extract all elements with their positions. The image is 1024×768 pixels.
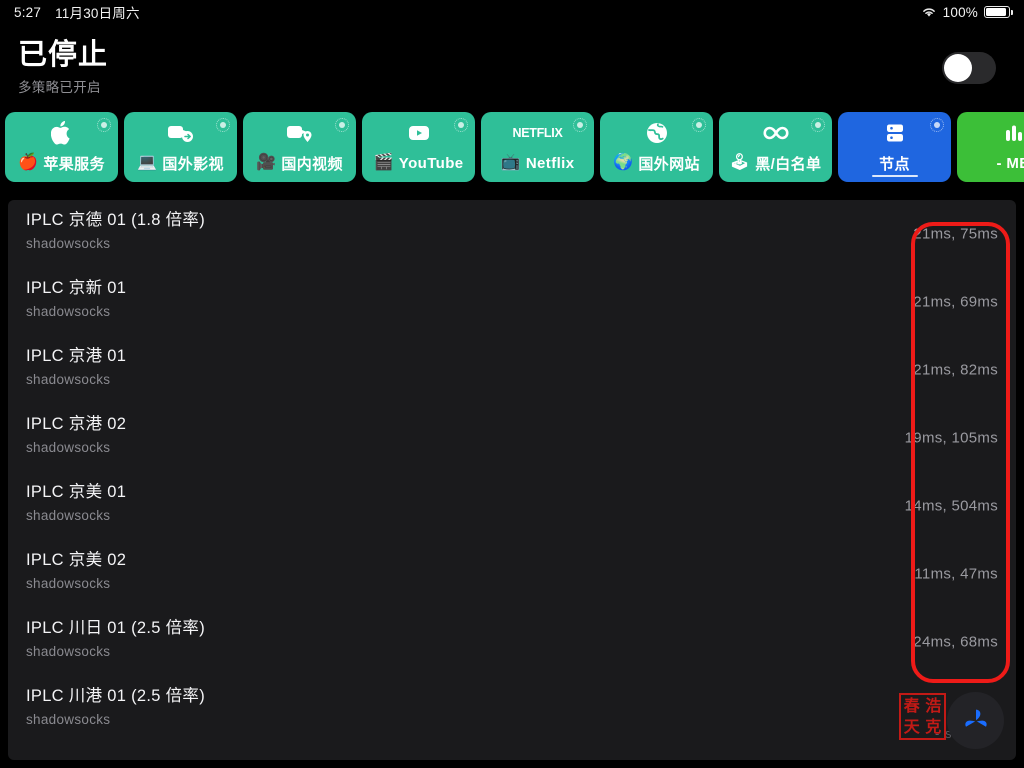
node-name: IPLC 京新 01 [26, 279, 127, 297]
toggle-knob [944, 54, 972, 82]
node-list-row[interactable]: IPLC 京德 01 (1.8 倍率) shadowsocks 21ms, 75… [8, 200, 1016, 268]
node-name: IPLC 京港 01 [26, 347, 127, 365]
watermark-seal: 春 浩 天 克 [899, 693, 946, 740]
status-date: 11月30日周六 [55, 6, 140, 21]
television-emoji-icon: 📺 [500, 154, 521, 171]
settings-gear-icon[interactable] [97, 118, 111, 132]
settings-gear-icon[interactable] [335, 118, 349, 132]
bar-chart-icon [957, 112, 1024, 148]
node-list-row[interactable]: IPLC 川日 01 (2.5 倍率) shadowsocks 24ms, 68… [8, 608, 1016, 676]
joystick-emoji-icon: 🕹 [729, 154, 751, 171]
policy-card-youtube[interactable]: 🎬 YouTube [362, 112, 475, 182]
node-list-row[interactable]: IPLC 京港 02 shadowsocks 19ms, 105ms [8, 404, 1016, 472]
policy-card-label-group: 🎬 YouTube [362, 148, 475, 178]
node-latency: 21ms, 75ms [913, 225, 998, 243]
policy-card-label-group: 🌍 国外网站 [600, 148, 713, 178]
policy-card-row[interactable]: 🍎 苹果服务 💻 国外影视 🎥 国内视频 🎬 YouTube NETFLIX 📺… [0, 112, 1024, 182]
propeller-logo-icon [947, 692, 1004, 749]
status-time: 5:27 [14, 4, 42, 20]
node-protocol: shadowsocks [26, 303, 111, 319]
settings-gear-icon[interactable] [692, 118, 706, 132]
selected-tab-underline [871, 174, 918, 177]
laptop-emoji-icon: 💻 [137, 154, 158, 171]
node-latency: 21ms, 69ms [913, 293, 998, 311]
node-name: IPLC 川日 01 (2.5 倍率) [26, 619, 205, 637]
seal-char: 天 [903, 717, 920, 737]
node-protocol: shadowsocks [26, 439, 111, 455]
node-protocol: shadowsocks [26, 643, 111, 659]
vpn-power-toggle[interactable] [942, 52, 996, 84]
policy-card-blacklist-whitelist[interactable]: 🕹 黑/白名单 [719, 112, 832, 182]
wifi-icon [921, 6, 937, 18]
policy-card-label-group: 💻 国外影视 [124, 148, 237, 178]
policy-card-label-group: 🍎 苹果服务 [5, 148, 118, 178]
node-protocol: shadowsocks [26, 711, 111, 727]
policy-card-label: 黑/白名单 [755, 155, 822, 173]
app-root: 5:27 11月30日周六 100% 已停止 多策略已开启 🍎 苹果服务 💻 国… [0, 0, 1024, 768]
header-text-group: 已停止 多策略已开启 [18, 40, 108, 95]
policy-card-label-group: 节点 [838, 148, 951, 178]
node-protocol: shadowsocks [26, 507, 111, 523]
netflix-wordmark-text: NETFLIX [512, 126, 563, 140]
node-list-row[interactable]: IPLC 川港 01 (2.5 倍率) shadowsocks [8, 676, 1016, 744]
settings-gear-icon[interactable] [811, 118, 825, 132]
policy-card-foreign-sites[interactable]: 🌍 国外网站 [600, 112, 713, 182]
policy-card-label: - MB [996, 154, 1024, 172]
seal-char: 克 [925, 717, 942, 737]
policy-card-label-group: 📺 Netflix [481, 148, 594, 178]
status-bar-right: 100% [921, 4, 1013, 20]
node-name: IPLC 川港 01 (2.5 倍率) [26, 687, 205, 705]
movie-camera-emoji-icon: 🎥 [256, 154, 277, 171]
node-name: IPLC 京港 02 [26, 415, 127, 433]
node-latency: 24ms, 68ms [913, 633, 998, 651]
node-protocol: shadowsocks [26, 575, 111, 591]
node-list-row[interactable]: IPLC 京港 01 shadowsocks 21ms, 82ms [8, 336, 1016, 404]
page-subtitle: 多策略已开启 [18, 79, 101, 95]
policy-card-domestic-video[interactable]: 🎥 国内视频 [243, 112, 356, 182]
policy-card-foreign-media[interactable]: 💻 国外影视 [124, 112, 237, 182]
status-bar: 5:27 11月30日周六 100% [0, 0, 1024, 24]
policy-card-netflix[interactable]: NETFLIX 📺 Netflix [481, 112, 594, 182]
status-bar-left: 5:27 11月30日周六 [14, 2, 140, 22]
node-list[interactable]: IPLC 京德 01 (1.8 倍率) shadowsocks 21ms, 75… [8, 200, 1016, 760]
policy-card-label: 国外网站 [638, 155, 700, 173]
policy-card-label-group: - MB [957, 148, 1024, 178]
policy-card-label: YouTube [398, 154, 464, 172]
apple-emoji-icon: 🍎 [18, 154, 39, 171]
node-name: IPLC 京德 01 (1.8 倍率) [26, 211, 205, 229]
node-name: IPLC 京美 02 [26, 551, 127, 569]
battery-percent: 100% [942, 4, 978, 20]
node-list-row[interactable]: IPLC 京美 01 shadowsocks 14ms, 504ms [8, 472, 1016, 540]
node-latency: 19ms, 105ms [904, 429, 998, 447]
policy-card-label-group: 🕹 黑/白名单 [719, 148, 832, 178]
node-protocol: shadowsocks [26, 371, 111, 387]
policy-card-traffic[interactable]: - MB [957, 112, 1024, 182]
policy-card-label: Netflix [525, 154, 575, 172]
node-list-row[interactable]: IPLC 京新 01 shadowsocks 21ms, 69ms [8, 268, 1016, 336]
policy-card-label: 国外影视 [162, 155, 224, 173]
node-latency: 11ms, 47ms [914, 565, 998, 583]
policy-card-label-group: 🎥 国内视频 [243, 148, 356, 178]
policy-card-label: 国内视频 [281, 155, 343, 173]
policy-card-label: 苹果服务 [43, 155, 105, 173]
node-latency: 21ms, 82ms [913, 361, 998, 379]
node-list-row[interactable]: IPLC 京美 02 shadowsocks 11ms, 47ms [8, 540, 1016, 608]
settings-gear-icon[interactable] [216, 118, 230, 132]
policy-card-label: 节点 [879, 155, 910, 173]
seal-char: 浩 [925, 695, 942, 715]
settings-gear-icon[interactable] [573, 118, 587, 132]
settings-gear-icon[interactable] [930, 118, 944, 132]
seal-char: 春 [903, 695, 920, 715]
node-protocol: shadowsocks [26, 235, 111, 251]
battery-full-icon [984, 6, 1013, 18]
earth-globe-emoji-icon: 🌍 [613, 154, 634, 171]
page-title: 已停止 [18, 39, 109, 72]
policy-card-nodes[interactable]: 节点 [838, 112, 951, 182]
app-header: 已停止 多策略已开启 [0, 30, 1024, 106]
policy-card-apple[interactable]: 🍎 苹果服务 [5, 112, 118, 182]
settings-gear-icon[interactable] [454, 118, 468, 132]
node-latency: 14ms, 504ms [904, 497, 998, 515]
clapper-board-emoji-icon: 🎬 [373, 154, 394, 171]
node-name: IPLC 京美 01 [26, 483, 127, 501]
